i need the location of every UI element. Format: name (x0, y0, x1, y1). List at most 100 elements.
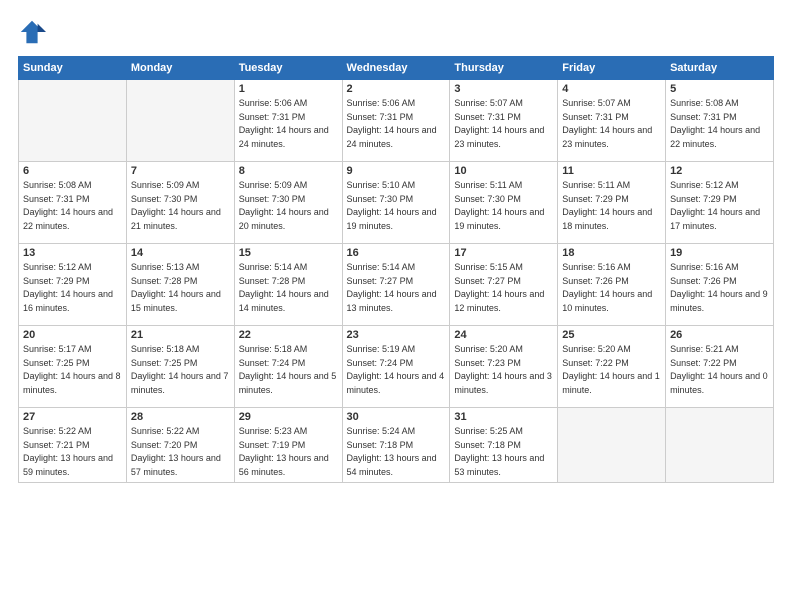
page: SundayMondayTuesdayWednesdayThursdayFrid… (0, 0, 792, 612)
day-number: 19 (670, 247, 769, 259)
day-detail: Sunrise: 5:22 AMSunset: 7:21 PMDaylight:… (23, 425, 122, 479)
day-detail: Sunrise: 5:14 AMSunset: 7:28 PMDaylight:… (239, 261, 338, 315)
day-detail: Sunrise: 5:12 AMSunset: 7:29 PMDaylight:… (670, 179, 769, 233)
calendar-cell (126, 80, 234, 162)
header-friday: Friday (558, 57, 666, 80)
calendar-cell: 27 Sunrise: 5:22 AMSunset: 7:21 PMDayligh… (19, 408, 127, 483)
day-detail: Sunrise: 5:11 AMSunset: 7:29 PMDaylight:… (562, 179, 661, 233)
calendar-cell: 15 Sunrise: 5:14 AMSunset: 7:28 PMDayligh… (234, 244, 342, 326)
day-detail: Sunrise: 5:16 AMSunset: 7:26 PMDaylight:… (562, 261, 661, 315)
day-number: 3 (454, 83, 553, 95)
calendar-cell: 11Sunrise: 5:11 AMSunset: 7:29 PMDayligh… (558, 162, 666, 244)
calendar-cell: 7 Sunrise: 5:09 AMSunset: 7:30 PMDaylight… (126, 162, 234, 244)
calendar-table: SundayMondayTuesdayWednesdayThursdayFrid… (18, 56, 774, 483)
calendar-week-1: 1 Sunrise: 5:06 AMSunset: 7:31 PMDaylight… (19, 80, 774, 162)
header-monday: Monday (126, 57, 234, 80)
header-sunday: Sunday (19, 57, 127, 80)
calendar-week-2: 6 Sunrise: 5:08 AMSunset: 7:31 PMDaylight… (19, 162, 774, 244)
day-number: 15 (239, 247, 338, 259)
calendar-cell: 17Sunrise: 5:15 AMSunset: 7:27 PMDayligh… (450, 244, 558, 326)
calendar-cell: 6 Sunrise: 5:08 AMSunset: 7:31 PMDaylight… (19, 162, 127, 244)
day-detail: Sunrise: 5:07 AMSunset: 7:31 PMDaylight:… (454, 97, 553, 151)
calendar-cell: 23 Sunrise: 5:19 AMSunset: 7:24 PMDayligh… (342, 326, 450, 408)
calendar-cell: 29 Sunrise: 5:23 AMSunset: 7:19 PMDayligh… (234, 408, 342, 483)
day-detail: Sunrise: 5:24 AMSunset: 7:18 PMDaylight:… (347, 425, 446, 479)
day-number: 1 (239, 83, 338, 95)
day-detail: Sunrise: 5:19 AMSunset: 7:24 PMDaylight:… (347, 343, 446, 397)
day-number: 21 (131, 329, 230, 341)
calendar-cell: 1Sunrise: 5:06 AMSunset: 7:31 PMDaylight… (234, 80, 342, 162)
day-number: 2 (347, 83, 446, 95)
day-detail: Sunrise: 5:08 AMSunset: 7:31 PMDaylight:… (670, 97, 769, 151)
header-saturday: Saturday (666, 57, 774, 80)
day-number: 31 (454, 411, 553, 423)
day-detail: Sunrise: 5:11 AMSunset: 7:30 PMDaylight:… (454, 179, 553, 233)
calendar-cell (666, 408, 774, 483)
day-detail: Sunrise: 5:14 AMSunset: 7:27 PMDaylight:… (347, 261, 446, 315)
day-number: 30 (347, 411, 446, 423)
day-detail: Sunrise: 5:20 AMSunset: 7:23 PMDaylight:… (454, 343, 553, 397)
day-detail: Sunrise: 5:25 AMSunset: 7:18 PMDaylight:… (454, 425, 553, 479)
calendar-cell: 24 Sunrise: 5:20 AMSunset: 7:23 PMDayligh… (450, 326, 558, 408)
day-number: 16 (347, 247, 446, 259)
day-number: 28 (131, 411, 230, 423)
day-number: 24 (454, 329, 553, 341)
calendar-cell: 3 Sunrise: 5:07 AMSunset: 7:31 PMDaylight… (450, 80, 558, 162)
day-detail: Sunrise: 5:09 AMSunset: 7:30 PMDaylight:… (131, 179, 230, 233)
calendar-cell: 9Sunrise: 5:10 AMSunset: 7:30 PMDaylight… (342, 162, 450, 244)
calendar-cell (19, 80, 127, 162)
calendar-cell (558, 408, 666, 483)
day-number: 25 (562, 329, 661, 341)
day-number: 20 (23, 329, 122, 341)
day-number: 7 (131, 165, 230, 177)
calendar-cell: 26Sunrise: 5:21 AMSunset: 7:22 PMDayligh… (666, 326, 774, 408)
calendar-week-5: 27 Sunrise: 5:22 AMSunset: 7:21 PMDayligh… (19, 408, 774, 483)
calendar-cell: 16 Sunrise: 5:14 AMSunset: 7:27 PMDayligh… (342, 244, 450, 326)
calendar-cell: 13 Sunrise: 5:12 AMSunset: 7:29 PMDayligh… (19, 244, 127, 326)
calendar-cell: 30 Sunrise: 5:24 AMSunset: 7:18 PMDayligh… (342, 408, 450, 483)
day-number: 4 (562, 83, 661, 95)
calendar-cell: 21 Sunrise: 5:18 AMSunset: 7:25 PMDayligh… (126, 326, 234, 408)
day-detail: Sunrise: 5:18 AMSunset: 7:25 PMDaylight:… (131, 343, 230, 397)
day-detail: Sunrise: 5:22 AMSunset: 7:20 PMDaylight:… (131, 425, 230, 479)
calendar-week-3: 13 Sunrise: 5:12 AMSunset: 7:29 PMDayligh… (19, 244, 774, 326)
header-wednesday: Wednesday (342, 57, 450, 80)
calendar-cell: 31 Sunrise: 5:25 AMSunset: 7:18 PMDayligh… (450, 408, 558, 483)
day-number: 29 (239, 411, 338, 423)
day-number: 6 (23, 165, 122, 177)
calendar-cell: 4 Sunrise: 5:07 AMSunset: 7:31 PMDaylight… (558, 80, 666, 162)
day-detail: Sunrise: 5:23 AMSunset: 7:19 PMDaylight:… (239, 425, 338, 479)
calendar-cell: 22 Sunrise: 5:18 AMSunset: 7:24 PMDayligh… (234, 326, 342, 408)
day-number: 17 (454, 247, 553, 259)
day-number: 27 (23, 411, 122, 423)
day-detail: Sunrise: 5:09 AMSunset: 7:30 PMDaylight:… (239, 179, 338, 233)
day-detail: Sunrise: 5:06 AMSunset: 7:31 PMDaylight:… (347, 97, 446, 151)
day-detail: Sunrise: 5:16 AMSunset: 7:26 PMDaylight:… (670, 261, 769, 315)
day-detail: Sunrise: 5:18 AMSunset: 7:24 PMDaylight:… (239, 343, 338, 397)
calendar-cell: 25 Sunrise: 5:20 AMSunset: 7:22 PMDayligh… (558, 326, 666, 408)
calendar-cell: 8Sunrise: 5:09 AMSunset: 7:30 PMDaylight… (234, 162, 342, 244)
day-number: 13 (23, 247, 122, 259)
calendar-cell: 28 Sunrise: 5:22 AMSunset: 7:20 PMDayligh… (126, 408, 234, 483)
day-detail: Sunrise: 5:07 AMSunset: 7:31 PMDaylight:… (562, 97, 661, 151)
day-number: 9 (347, 165, 446, 177)
calendar-cell: 19 Sunrise: 5:16 AMSunset: 7:26 PMDayligh… (666, 244, 774, 326)
calendar-header-row: SundayMondayTuesdayWednesdayThursdayFrid… (19, 57, 774, 80)
logo-icon (18, 18, 46, 46)
day-number: 22 (239, 329, 338, 341)
day-detail: Sunrise: 5:20 AMSunset: 7:22 PMDaylight:… (562, 343, 661, 397)
day-number: 18 (562, 247, 661, 259)
day-detail: Sunrise: 5:08 AMSunset: 7:31 PMDaylight:… (23, 179, 122, 233)
calendar-cell: 10Sunrise: 5:11 AMSunset: 7:30 PMDayligh… (450, 162, 558, 244)
calendar-cell: 5Sunrise: 5:08 AMSunset: 7:31 PMDaylight… (666, 80, 774, 162)
calendar-cell: 20 Sunrise: 5:17 AMSunset: 7:25 PMDayligh… (19, 326, 127, 408)
day-number: 14 (131, 247, 230, 259)
day-detail: Sunrise: 5:13 AMSunset: 7:28 PMDaylight:… (131, 261, 230, 315)
day-number: 12 (670, 165, 769, 177)
logo (18, 18, 52, 46)
calendar-cell: 18 Sunrise: 5:16 AMSunset: 7:26 PMDayligh… (558, 244, 666, 326)
day-detail: Sunrise: 5:17 AMSunset: 7:25 PMDaylight:… (23, 343, 122, 397)
calendar-cell: 14 Sunrise: 5:13 AMSunset: 7:28 PMDayligh… (126, 244, 234, 326)
day-number: 23 (347, 329, 446, 341)
day-detail: Sunrise: 5:12 AMSunset: 7:29 PMDaylight:… (23, 261, 122, 315)
